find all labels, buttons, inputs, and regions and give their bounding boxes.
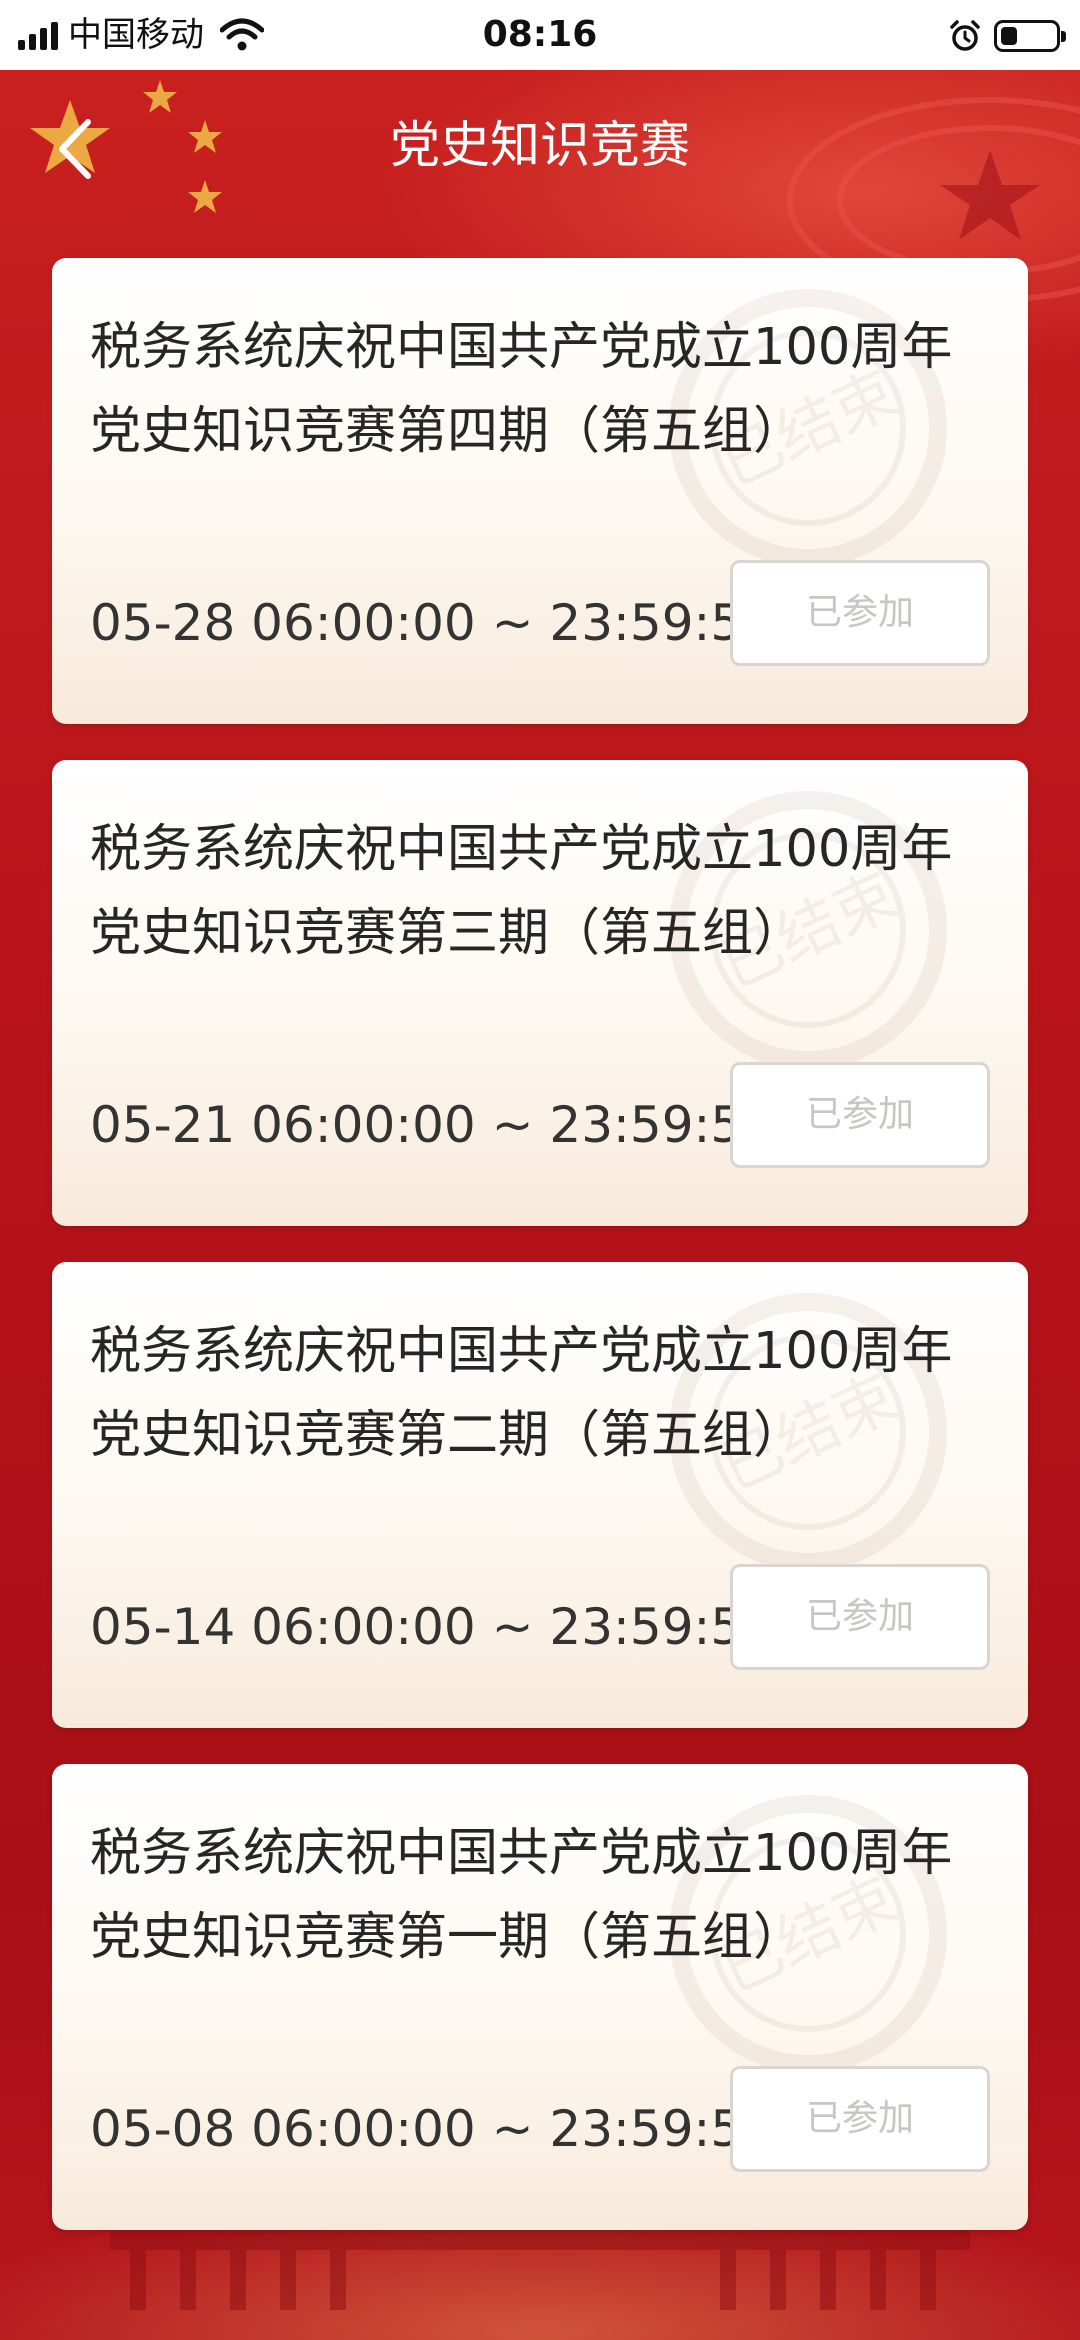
quiz-time: 05-28 06:00:00 ~ 23:59:59 xyxy=(90,594,774,652)
joined-button[interactable]: 已参加 xyxy=(730,1564,990,1670)
status-right xyxy=(948,14,1066,58)
battery-icon xyxy=(994,20,1066,52)
quiz-title: 税务系统庆祝中国共产党成立100周年党史知识竞赛第二期（第五组） xyxy=(90,1322,953,1465)
quiz-list: 已结束 税务系统庆祝中国共产党成立100周年党史知识竞赛第四期（第五组） 05-… xyxy=(52,258,1028,2266)
nav-header: 党史知识竞赛 xyxy=(0,70,1080,230)
quiz-card[interactable]: 已结束 税务系统庆祝中国共产党成立100周年党史知识竞赛第一期（第五组） 05-… xyxy=(52,1764,1028,2230)
status-bar: 中国移动 08:16 xyxy=(0,0,1080,70)
joined-button[interactable]: 已参加 xyxy=(730,1062,990,1168)
quiz-title: 税务系统庆祝中国共产党成立100周年党史知识竞赛第四期（第五组） xyxy=(90,318,953,461)
page-title: 党史知识竞赛 xyxy=(390,116,690,174)
quiz-title: 税务系统庆祝中国共产党成立100周年党史知识竞赛第一期（第五组） xyxy=(90,1824,953,1967)
quiz-time: 05-08 06:00:00 ~ 23:59:59 xyxy=(90,2100,774,2158)
battery-level xyxy=(1001,27,1017,45)
quiz-title: 税务系统庆祝中国共产党成立100周年党史知识竞赛第三期（第五组） xyxy=(90,820,953,963)
alarm-icon xyxy=(950,20,980,51)
quiz-card[interactable]: 已结束 税务系统庆祝中国共产党成立100周年党史知识竞赛第四期（第五组） 05-… xyxy=(52,258,1028,724)
quiz-time: 05-14 06:00:00 ~ 23:59:59 xyxy=(90,1598,774,1656)
quiz-time: 05-21 06:00:00 ~ 23:59:59 xyxy=(90,1096,774,1154)
status-time: 08:16 xyxy=(482,14,598,55)
joined-button[interactable]: 已参加 xyxy=(730,2066,990,2172)
quiz-card[interactable]: 已结束 税务系统庆祝中国共产党成立100周年党史知识竞赛第三期（第五组） 05-… xyxy=(52,760,1028,1226)
quiz-card[interactable]: 已结束 税务系统庆祝中国共产党成立100周年党史知识竞赛第二期（第五组） 05-… xyxy=(52,1262,1028,1728)
joined-button[interactable]: 已参加 xyxy=(730,560,990,666)
